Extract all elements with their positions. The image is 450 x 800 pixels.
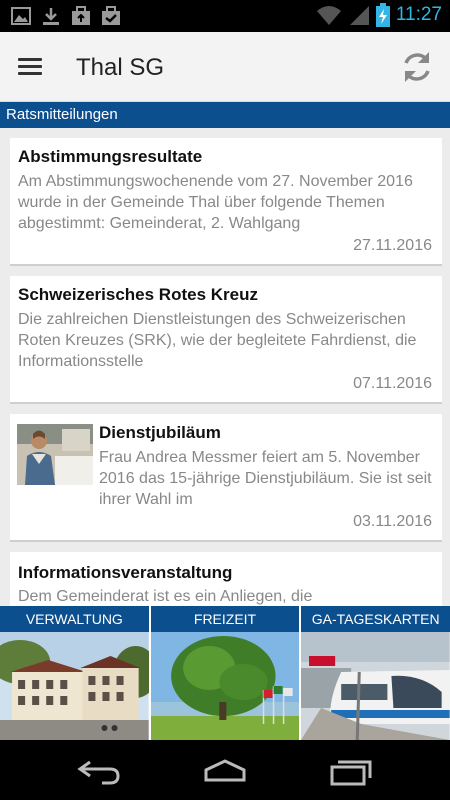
tile-verwaltung[interactable]: VERWALTUNG	[0, 606, 149, 740]
news-snippet: Frau Andrea Messmer feiert am 5. Novembe…	[99, 449, 432, 508]
signal-icon	[349, 6, 369, 25]
system-icons: 11:27	[316, 3, 442, 27]
news-date: 07.11.2016	[353, 375, 432, 392]
recent-apps-icon[interactable]	[328, 756, 374, 786]
news-item[interactable]: Schweizerisches Rotes Kreuz Die zahlreic…	[10, 276, 442, 404]
news-thumbnail	[17, 424, 93, 485]
ga-tageskarten-image	[301, 632, 450, 740]
news-snippet: Die zahlreichen Dienstleistungen des Sch…	[18, 311, 417, 370]
verwaltung-image	[0, 632, 149, 740]
menu-icon[interactable]	[18, 54, 54, 82]
status-bar: 11:27	[0, 0, 450, 32]
category-tiles: VERWALTUNG FREIZEIT GA-TAGESKARTEN	[0, 606, 450, 740]
news-date: 27.11.2016	[353, 237, 432, 254]
page-title: Thal SG	[76, 54, 165, 81]
news-title: Abstimmungsresultate	[18, 147, 203, 166]
navigation-bar	[0, 740, 450, 800]
briefcase-check-icon	[102, 6, 120, 25]
gallery-icon	[11, 7, 31, 25]
news-list[interactable]: Abstimmungsresultate Am Abstimmungswoche…	[0, 128, 450, 606]
download-icon	[43, 8, 59, 25]
news-title: Schweizerisches Rotes Kreuz	[18, 285, 258, 304]
section-header: Ratsmitteilungen	[0, 102, 450, 128]
news-snippet: Dem Gemeinderat ist es ein Anliegen, die	[18, 588, 313, 605]
news-title: Dienstjubiläum	[99, 423, 221, 442]
tile-label: VERWALTUNG	[0, 606, 149, 632]
tile-label: GA-TAGESKARTEN	[301, 606, 450, 632]
tile-freizeit[interactable]: FREIZEIT	[150, 606, 300, 740]
news-item[interactable]: Dienstjubiläum Frau Andrea Messmer feier…	[10, 414, 442, 542]
app-bar: Thal SG	[0, 32, 450, 102]
clock: 11:27	[395, 4, 442, 25]
news-snippet: Am Abstimmungswochenende vom 27. Novembe…	[18, 173, 413, 232]
battery-charging-icon	[375, 3, 390, 27]
wifi-icon	[316, 6, 341, 25]
news-item[interactable]: Abstimmungsresultate Am Abstimmungswoche…	[10, 138, 442, 266]
notification-icons	[10, 5, 122, 27]
refresh-icon[interactable]	[398, 48, 436, 86]
briefcase-icon	[72, 6, 90, 25]
tile-label: FREIZEIT	[150, 606, 300, 632]
tile-ga-tageskarten[interactable]: GA-TAGESKARTEN	[301, 606, 450, 740]
news-title: Informationsveranstaltung	[18, 563, 233, 582]
news-item[interactable]: Informationsveranstaltung Dem Gemeindera…	[10, 552, 442, 606]
freizeit-image	[150, 632, 300, 740]
news-date: 03.11.2016	[353, 513, 432, 530]
home-icon[interactable]	[202, 756, 248, 786]
back-icon[interactable]	[76, 756, 122, 786]
